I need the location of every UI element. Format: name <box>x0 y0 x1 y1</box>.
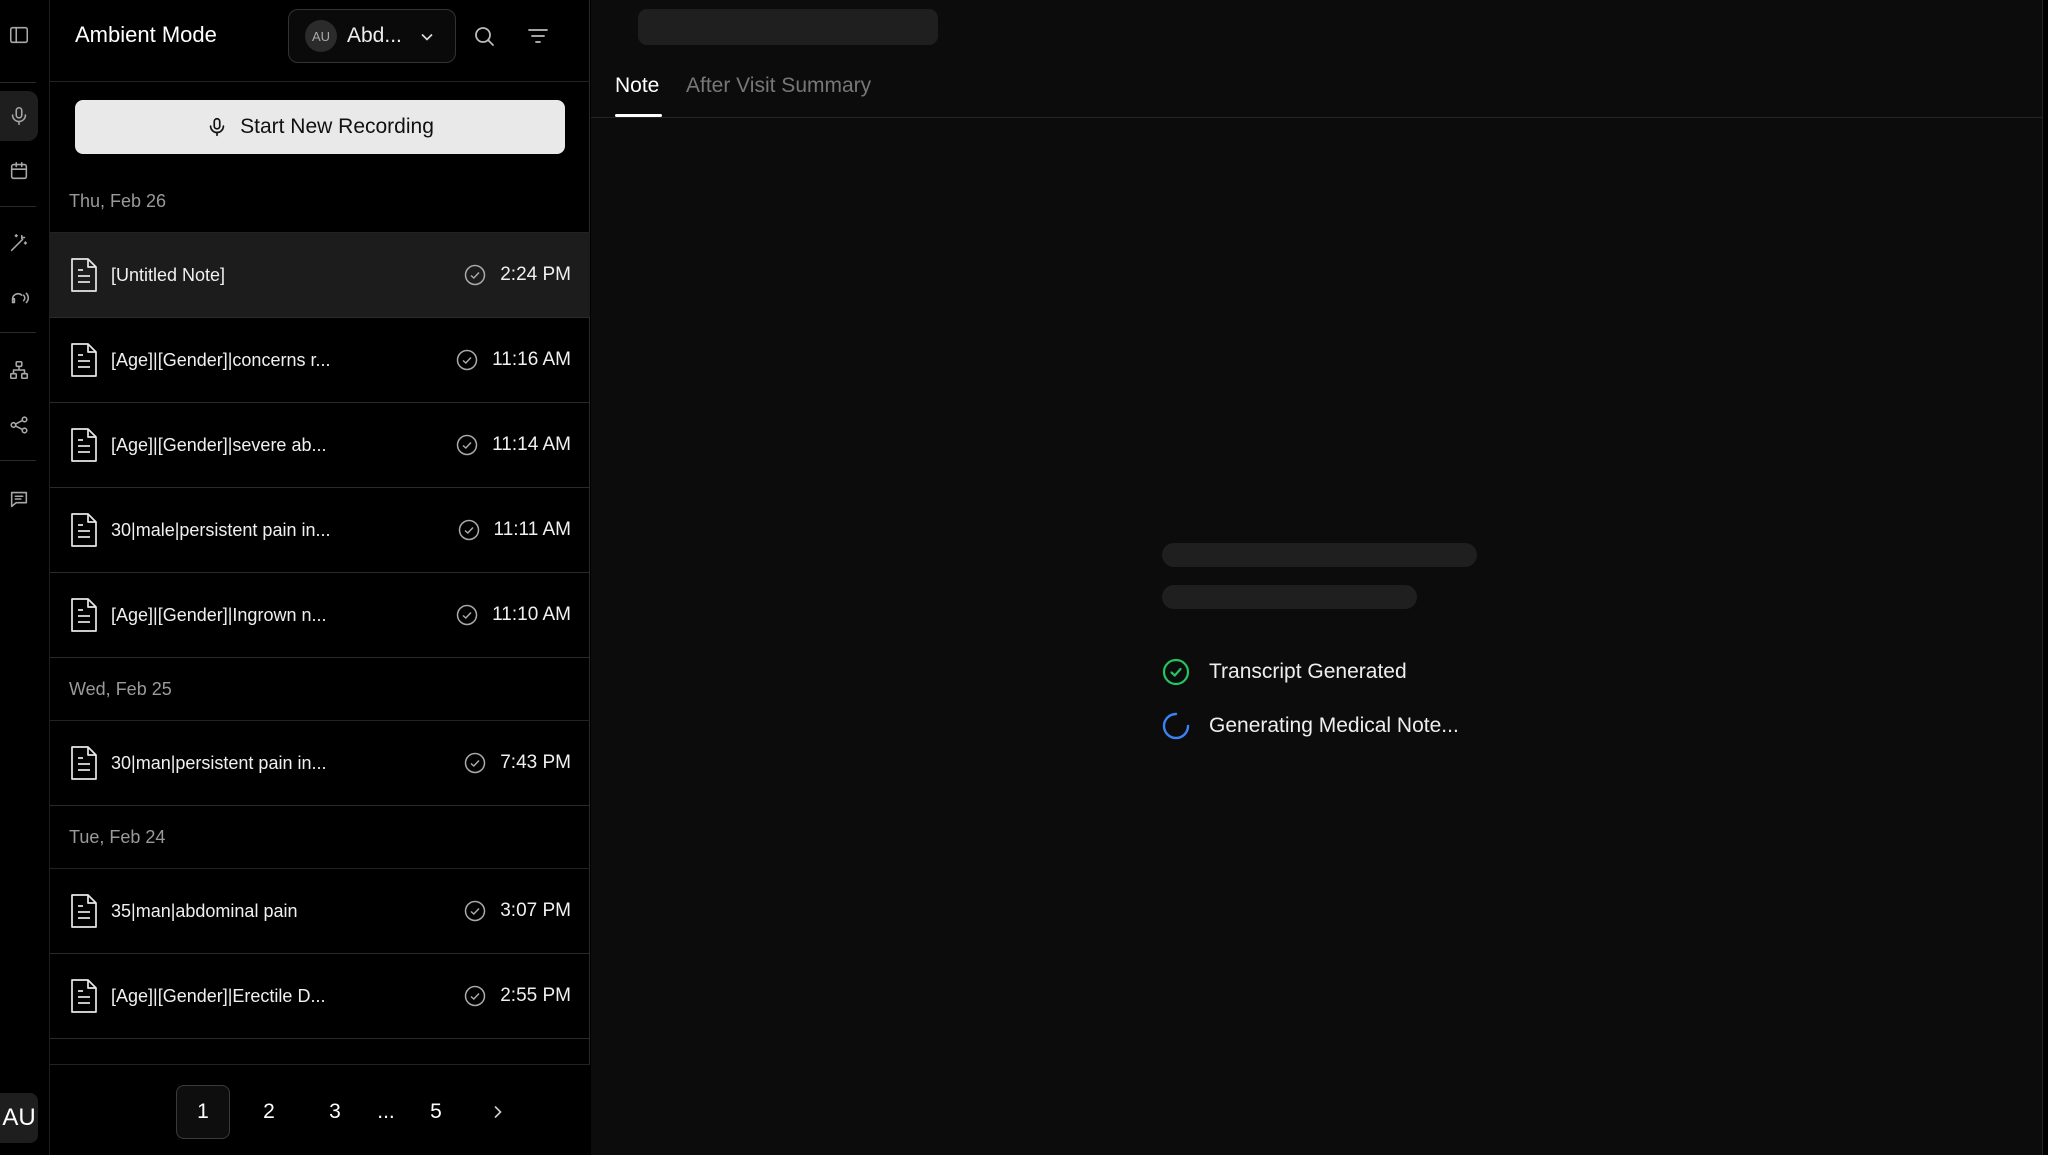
note-time: 3:07 PM <box>500 900 571 921</box>
check-circle-icon <box>464 752 486 774</box>
check-circle-icon <box>1162 658 1190 686</box>
document-icon <box>69 512 99 548</box>
page-button-1[interactable]: 1 <box>176 1085 230 1139</box>
status-label: Transcript Generated <box>1209 660 1407 683</box>
note-list-item[interactable]: 35|man|abdominal pain 3:07 PM <box>50 869 590 954</box>
note-title: 35|man|abdominal pain <box>111 900 298 921</box>
microphone-icon[interactable] <box>0 91 38 141</box>
note-list-item[interactable]: 30|man|persistent pain in... 7:43 PM <box>50 721 590 806</box>
document-icon <box>69 597 99 633</box>
check-circle-icon <box>456 604 478 626</box>
check-circle-icon <box>456 434 478 456</box>
document-icon <box>69 978 99 1014</box>
note-list-item[interactable]: [Age]|[Gender]|concerns r... 11:16 AM <box>50 318 590 403</box>
panel-header: Ambient Mode AU Abd... <box>50 0 590 82</box>
status-label: Generating Medical Note... <box>1209 714 1459 737</box>
note-list-item[interactable]: [Age]|[Gender]|Erectile D... 2:55 PM <box>50 954 590 1039</box>
note-time: 11:10 AM <box>492 604 571 625</box>
page-button-5[interactable]: 5 <box>409 1085 463 1139</box>
note-time: 11:11 AM <box>493 519 571 540</box>
check-circle-icon <box>464 264 486 286</box>
scrollbar-track[interactable] <box>2042 0 2048 1155</box>
page-button-2[interactable]: 2 <box>242 1085 296 1139</box>
tab-bar: Note After Visit Summary <box>591 70 2048 118</box>
check-circle-icon <box>464 900 486 922</box>
calendar-icon[interactable] <box>0 152 38 190</box>
start-recording-label: Start New Recording <box>240 115 434 138</box>
document-icon <box>69 893 99 929</box>
status-generating-note: Generating Medical Note... <box>1162 712 1459 740</box>
hierarchy-icon[interactable] <box>0 351 38 389</box>
title-skeleton <box>638 9 938 45</box>
status-transcript-generated: Transcript Generated <box>1162 658 1407 686</box>
voice-icon[interactable] <box>0 278 38 316</box>
pagination: 1 2 3 ... 5 <box>50 1064 590 1155</box>
note-title: [Age]|[Gender]|Ingrown n... <box>111 604 327 625</box>
tab-note[interactable]: Note <box>615 74 659 98</box>
main-content: Note After Visit Summary Transcript Gene… <box>591 0 2048 1155</box>
page-ellipsis: ... <box>377 1100 395 1123</box>
date-group-header: Thu, Feb 26 <box>50 170 590 233</box>
notes-panel: Ambient Mode AU Abd... Start New Recordi… <box>50 0 590 1155</box>
note-time: 2:24 PM <box>500 264 571 285</box>
rail-divider <box>0 460 36 461</box>
filter-icon[interactable] <box>522 20 554 52</box>
note-title: [Age]|[Gender]|Erectile D... <box>111 985 326 1006</box>
share-icon[interactable] <box>0 406 38 444</box>
sidebar-toggle-icon[interactable] <box>0 16 38 54</box>
note-list-item[interactable]: 30|male|persistent pain in... 11:11 AM <box>50 488 590 573</box>
icon-rail: AU <box>0 0 50 1155</box>
user-select-name: Abd... <box>347 24 402 47</box>
document-icon <box>69 427 99 463</box>
document-icon <box>69 342 99 378</box>
rail-divider <box>0 206 36 207</box>
feedback-icon[interactable] <box>0 480 38 518</box>
note-list-item[interactable]: [Age]|[Gender]|Ingrown n... 11:10 AM <box>50 573 590 658</box>
tab-active-indicator <box>615 114 662 117</box>
note-title: [Age]|[Gender]|severe ab... <box>111 434 327 455</box>
chevron-right-icon <box>494 1106 502 1118</box>
microphone-icon <box>209 117 225 137</box>
note-list[interactable]: Thu, Feb 26 [Untitled Note] 2:24 PM [Age]|[… <box>50 170 590 1064</box>
tab-after-visit-summary[interactable]: After Visit Summary <box>686 74 871 98</box>
start-recording-button[interactable]: Start New Recording <box>75 100 565 154</box>
note-time: 2:55 PM <box>500 985 571 1006</box>
rail-divider <box>0 332 36 333</box>
note-title: [Untitled Note] <box>111 264 226 285</box>
document-icon <box>69 745 99 781</box>
date-group-header: Wed, Feb 25 <box>50 658 590 721</box>
loading-spinner-icon <box>1162 712 1190 740</box>
check-circle-icon <box>464 985 486 1007</box>
user-select[interactable]: AU Abd... <box>288 9 456 63</box>
note-list-item[interactable]: [Untitled Note] 2:24 PM <box>50 233 590 318</box>
check-circle-icon <box>458 519 480 541</box>
page-button-3[interactable]: 3 <box>308 1085 362 1139</box>
check-circle-icon <box>456 349 478 371</box>
content-skeleton-line <box>1162 585 1417 609</box>
note-title: [Age]|[Gender]|concerns r... <box>111 349 331 370</box>
note-time: 7:43 PM <box>500 752 571 773</box>
note-list-item[interactable] <box>50 1039 590 1064</box>
content-skeleton-line <box>1162 543 1477 567</box>
rail-divider <box>0 82 36 83</box>
app: AU Ambient Mode AU Abd... Start New Reco… <box>0 0 2048 1155</box>
panel-title: Ambient Mode <box>75 22 217 47</box>
note-list-item[interactable]: [Age]|[Gender]|severe ab... 11:14 AM <box>50 403 590 488</box>
user-select-avatar: AU <box>305 20 337 52</box>
next-page-button[interactable] <box>471 1085 525 1139</box>
document-icon <box>69 257 99 293</box>
date-group-header: Tue, Feb 24 <box>50 806 590 869</box>
chevron-down-icon <box>417 27 437 52</box>
note-time: 11:14 AM <box>492 434 571 455</box>
note-time: 11:16 AM <box>492 349 571 370</box>
search-icon[interactable] <box>468 20 500 52</box>
magic-wand-icon[interactable] <box>0 224 38 262</box>
note-title: 30|man|persistent pain in... <box>111 752 327 773</box>
user-avatar[interactable]: AU <box>0 1093 38 1143</box>
note-title: 30|male|persistent pain in... <box>111 519 331 540</box>
